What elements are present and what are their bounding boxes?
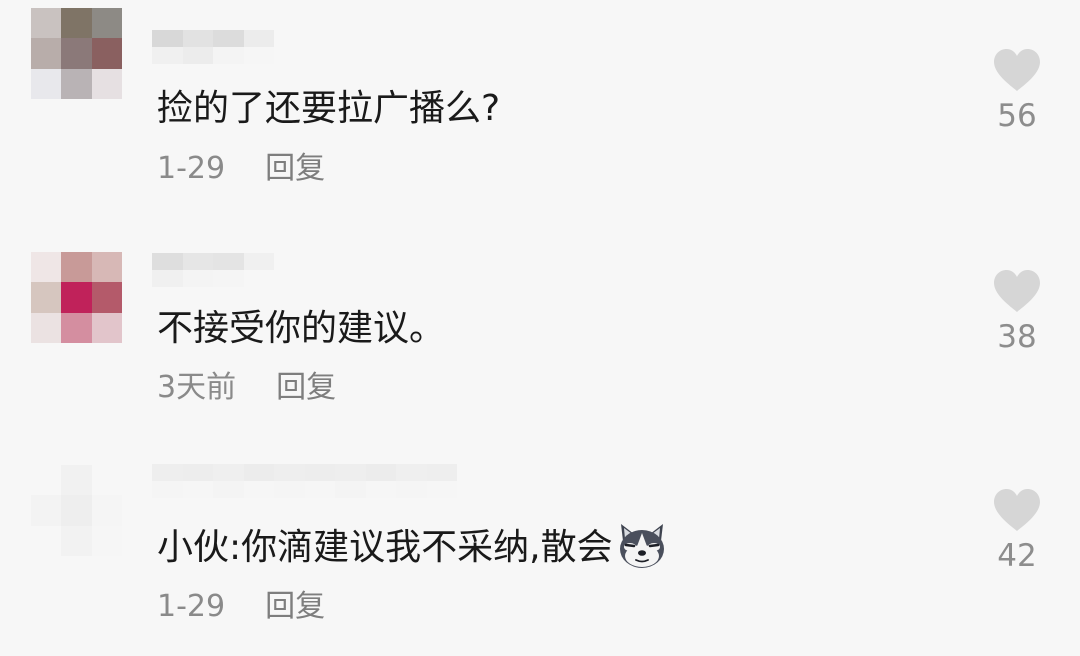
- avatar-pixel: [31, 252, 62, 283]
- avatar-pixel: [91, 252, 122, 283]
- heart-icon: [994, 489, 1040, 531]
- like-count: 56: [997, 98, 1037, 134]
- username-pixel: [152, 481, 183, 498]
- heart-icon: [994, 49, 1040, 91]
- heart-icon: [994, 270, 1040, 312]
- avatar-pixel: [31, 312, 62, 343]
- avatar-pixel: [61, 525, 92, 556]
- username-pixel: [182, 270, 213, 287]
- username-blurred[interactable]: [152, 464, 457, 498]
- username-pixel: [152, 464, 183, 481]
- username-pixel: [335, 464, 366, 481]
- reply-button[interactable]: 回复: [265, 589, 325, 624]
- avatar-pixel: [31, 8, 62, 39]
- avatar-pixel: [61, 312, 92, 343]
- comment-item: 小伙:你滴建议我不采纳,散会 1-29 回复 42: [0, 438, 1080, 656]
- username-pixel: [396, 464, 427, 481]
- avatar-pixel: [91, 38, 122, 69]
- username-pixel: [182, 47, 213, 64]
- username-blurred[interactable]: [152, 253, 274, 287]
- avatar-pixel: [91, 312, 122, 343]
- comment-time: 1-29: [157, 151, 226, 186]
- username-pixel: [365, 464, 396, 481]
- username-pixel: [213, 270, 244, 287]
- avatar-pixel: [31, 282, 62, 313]
- username-pixel: [426, 464, 457, 481]
- username-pixel: [335, 481, 366, 498]
- username-pixel: [213, 30, 244, 47]
- avatar-pixel: [31, 495, 62, 526]
- comment-meta: 1-29 回复: [157, 148, 325, 190]
- username-pixel: [243, 30, 274, 47]
- username-pixel: [304, 464, 335, 481]
- husky-dog-emoji-icon: [617, 523, 667, 583]
- username-pixel: [182, 253, 213, 270]
- comment-text: 捡的了还要拉广播么?: [157, 88, 501, 129]
- avatar[interactable]: [31, 252, 122, 343]
- username-pixel: [274, 481, 305, 498]
- avatar-pixel: [91, 495, 122, 526]
- avatar-pixel: [61, 495, 92, 526]
- username-pixel: [243, 253, 274, 270]
- username-pixel: [152, 253, 183, 270]
- avatar-pixel: [61, 282, 92, 313]
- username-pixel: [152, 270, 183, 287]
- avatar-pixel: [31, 525, 62, 556]
- comment-time: 1-29: [157, 589, 226, 624]
- like-button[interactable]: 42: [985, 488, 1049, 574]
- avatar-pixel: [61, 252, 92, 283]
- avatar-pixel: [31, 465, 62, 496]
- username-pixel: [152, 30, 183, 47]
- username-pixel: [396, 481, 427, 498]
- avatar-pixel: [31, 68, 62, 99]
- avatar-pixel: [61, 465, 92, 496]
- like-count: 42: [997, 538, 1037, 574]
- username-blurred[interactable]: [152, 30, 274, 64]
- username-pixel: [365, 481, 396, 498]
- username-pixel: [243, 270, 274, 287]
- avatar-pixel: [61, 68, 92, 99]
- avatar-pixel: [91, 8, 122, 39]
- username-pixel: [182, 30, 213, 47]
- username-pixel: [213, 464, 244, 481]
- like-button[interactable]: 56: [985, 48, 1049, 134]
- avatar-pixel: [91, 282, 122, 313]
- username-pixel: [243, 464, 274, 481]
- comment-text-content: 小伙:你滴建议我不采纳,散会: [157, 527, 613, 568]
- reply-button[interactable]: 回复: [265, 151, 325, 186]
- username-pixel: [213, 253, 244, 270]
- username-pixel: [304, 481, 335, 498]
- like-button[interactable]: 38: [985, 269, 1049, 355]
- comment-text: 不接受你的建议。: [157, 308, 446, 349]
- avatar-pixel: [61, 38, 92, 69]
- username-pixel: [152, 47, 183, 64]
- username-pixel: [243, 47, 274, 64]
- avatar-pixel: [91, 68, 122, 99]
- username-pixel: [426, 481, 457, 498]
- comment-time: 3天前: [157, 370, 237, 405]
- avatar-pixel: [91, 525, 122, 556]
- username-pixel: [213, 481, 244, 498]
- like-count: 38: [997, 319, 1037, 355]
- username-pixel: [182, 481, 213, 498]
- username-pixel: [182, 464, 213, 481]
- avatar-pixel: [31, 38, 62, 69]
- avatar[interactable]: [31, 465, 122, 556]
- comment-item: 捡的了还要拉广播么? 1-29 回复 56: [0, 0, 1080, 218]
- comment-meta: 1-29 回复: [157, 586, 325, 628]
- username-pixel: [243, 481, 274, 498]
- comment-text: 小伙:你滴建议我不采纳,散会: [157, 523, 667, 583]
- comment-meta: 3天前 回复: [157, 367, 336, 409]
- avatar-pixel: [91, 465, 122, 496]
- avatar-pixel: [61, 8, 92, 39]
- avatar[interactable]: [31, 8, 122, 99]
- username-pixel: [274, 464, 305, 481]
- comment-item: 不接受你的建议。 3天前 回复 38: [0, 219, 1080, 437]
- username-pixel: [213, 47, 244, 64]
- reply-button[interactable]: 回复: [276, 370, 336, 405]
